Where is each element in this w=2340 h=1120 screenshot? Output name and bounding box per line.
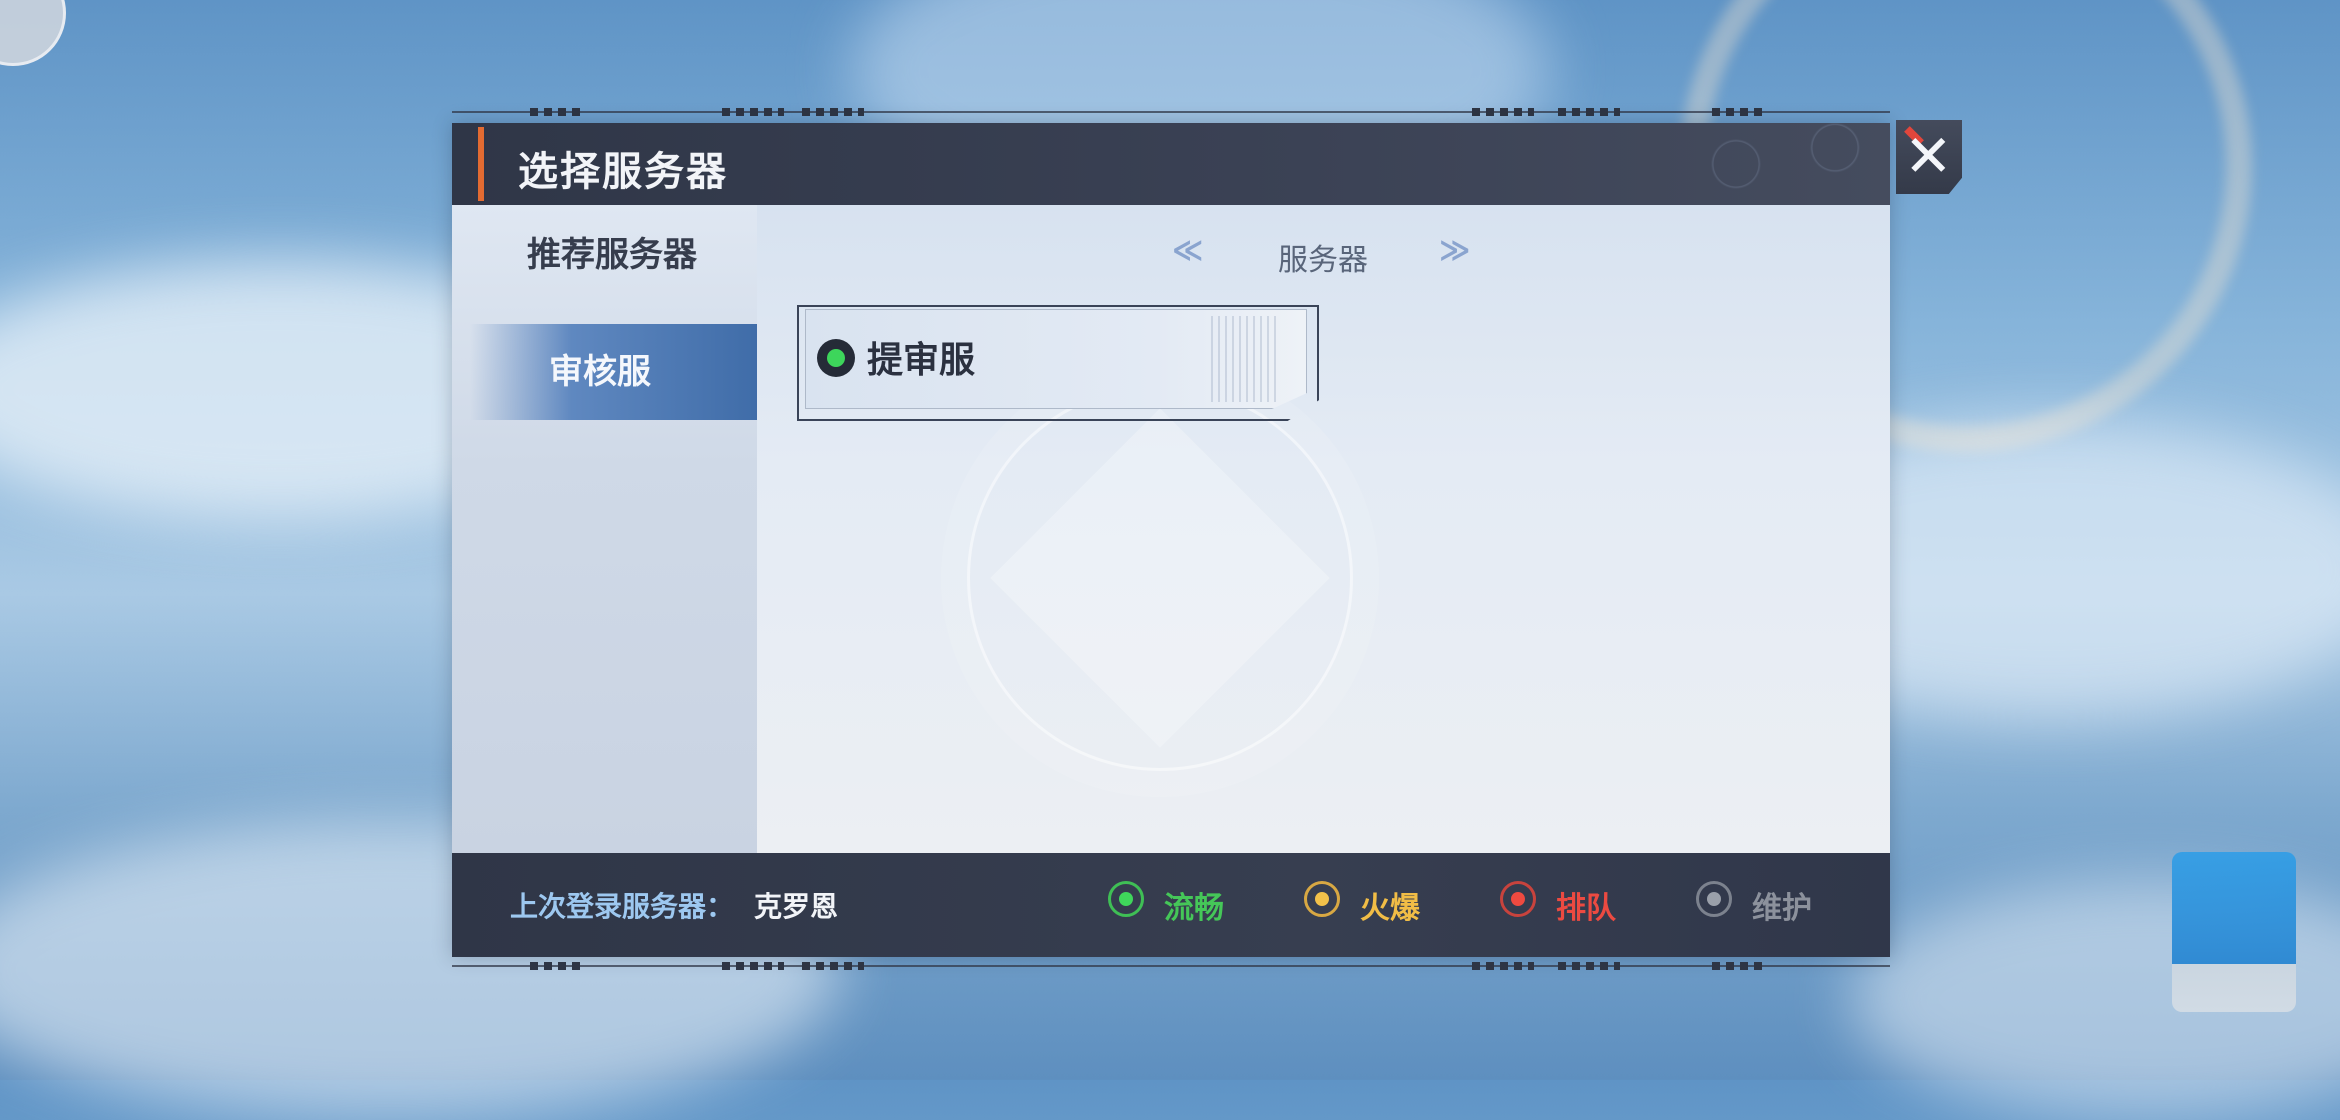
- legend-busy-label: 火爆: [1360, 891, 1420, 926]
- legend-queue-label: 排队: [1556, 891, 1616, 926]
- sidebar-item-recommended[interactable]: 推荐服务器: [452, 225, 772, 285]
- legend-smooth-icon: [1108, 881, 1144, 917]
- legend-maintenance-icon: [1696, 881, 1732, 917]
- close-button[interactable]: ✕: [1896, 120, 1962, 194]
- chevron-left-icon: ≪: [1172, 233, 1204, 268]
- server-select-dialog: 选择服务器 推荐服务器 审核服 ≪ 服务器 ≫ 提审服 上次登录服务器： 克罗恩…: [452, 123, 1890, 957]
- server-card[interactable]: 提审服: [797, 305, 1319, 421]
- server-name: 提审服: [867, 340, 976, 381]
- server-category-sidebar: 推荐服务器 审核服: [452, 205, 765, 853]
- legend-queue-icon: [1500, 881, 1536, 917]
- dialog-title: 选择服务器: [518, 149, 728, 195]
- chevron-right-icon: ≫: [1439, 233, 1471, 268]
- header-accent-bar: [478, 127, 484, 201]
- server-list-area: ≪ 服务器 ≫ 提审服: [757, 205, 1890, 853]
- dialog-header: 选择服务器: [452, 123, 1890, 205]
- sidebar-item-review[interactable]: 审核服: [470, 324, 765, 420]
- server-list-title: 服务器: [1278, 243, 1368, 278]
- corner-button[interactable]: [0, 0, 66, 66]
- dialog-footer: 上次登录服务器： 克罗恩 流畅 火爆 排队 维护: [452, 853, 1890, 957]
- panel-top-decoration: [452, 108, 1890, 116]
- last-login-value: 克罗恩: [754, 890, 839, 923]
- legend-busy-icon: [1304, 881, 1340, 917]
- close-icon: ✕: [1904, 122, 1953, 190]
- legend-smooth-label: 流畅: [1164, 891, 1224, 926]
- background-emblem: [967, 385, 1353, 771]
- hex-pattern: [1670, 123, 1890, 205]
- legend-maintenance-label: 维护: [1752, 891, 1812, 926]
- status-dot-icon: [817, 339, 855, 377]
- panel-bottom-decoration: [452, 962, 1890, 970]
- last-login-label: 上次登录服务器：: [510, 890, 735, 923]
- sidebar-item-label: 审核服: [549, 352, 651, 392]
- card-stripes: [1211, 316, 1281, 402]
- server-list-header: ≪ 服务器 ≫: [757, 227, 1890, 278]
- side-floating-widget[interactable]: [2172, 852, 2296, 1012]
- sidebar-item-label: 推荐服务器: [527, 235, 697, 275]
